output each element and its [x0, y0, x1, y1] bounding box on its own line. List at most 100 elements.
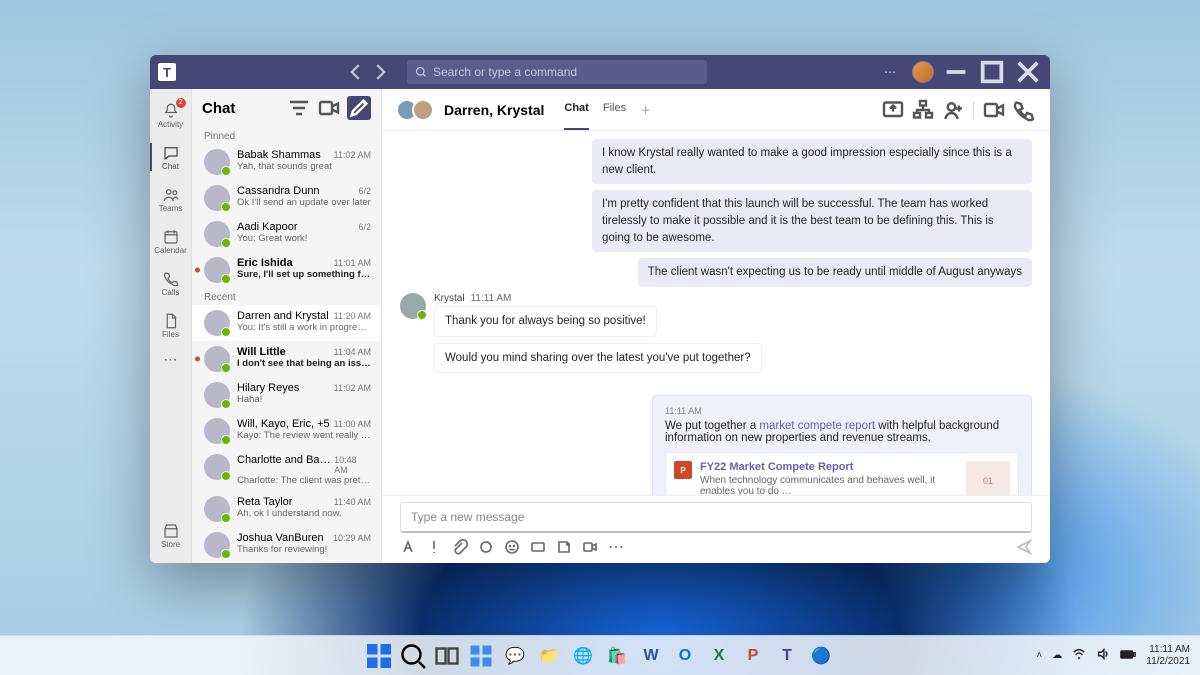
more-compose-button[interactable]: ⋯ [608, 539, 624, 555]
chat-item[interactable]: Darren and Krystal11:20 AMYou: It's stil… [192, 305, 381, 341]
message-bubble: I know Krystal really wanted to make a g… [592, 139, 1032, 184]
chat-item[interactable]: Reta Taylor11:40 AMAh, ok I understand n… [192, 491, 381, 527]
chat-item[interactable]: Joshua VanBuren10:29 AMThanks for review… [192, 527, 381, 563]
file-thumbnail: 01 [966, 461, 1010, 495]
chat-icon [162, 144, 180, 162]
unread-dot-icon [195, 268, 200, 273]
tab-files[interactable]: Files [603, 90, 626, 130]
more-button[interactable]: ⋯ [876, 58, 904, 86]
search-placeholder: Search or type a command [433, 65, 577, 79]
message-bubble: Thank you for always being so positive! [434, 306, 657, 337]
tray-onedrive-icon[interactable]: ☁ [1052, 650, 1062, 661]
rail-files[interactable]: Files [150, 305, 192, 345]
message-bubble: I'm pretty confident that this launch wi… [592, 190, 1032, 252]
priority-button[interactable] [426, 539, 442, 555]
taskbar-app-teams[interactable]: T [772, 641, 802, 671]
chat-item[interactable]: Aadi Kapoor6/2You: Great work! [192, 216, 381, 252]
conversation-title: Darren, Krystal [444, 102, 544, 118]
conversation-panel: Darren, Krystal Chat Files ＋ I know [382, 89, 1050, 563]
rail-activity[interactable]: 2 Activity [150, 95, 192, 135]
rail-store[interactable]: Store [150, 515, 192, 555]
meet-now-button[interactable] [317, 96, 341, 120]
chat-item[interactable]: Charlotte and Babak10:48 AMCharlotte: Th… [192, 449, 381, 491]
tab-add[interactable]: ＋ [640, 90, 651, 130]
message-card: 11:11 AM We put together a market compet… [652, 395, 1032, 495]
taskbar-app-chat[interactable]: 💬 [500, 641, 530, 671]
link[interactable]: market compete report [759, 420, 875, 432]
tray-volume-icon[interactable] [1096, 647, 1110, 664]
start-button[interactable] [364, 641, 394, 671]
taskbar-clock[interactable]: 11:11 AM 11/2/2021 [1146, 644, 1190, 667]
org-button[interactable] [911, 98, 935, 122]
taskbar-search[interactable] [398, 641, 428, 671]
calendar-icon [162, 228, 180, 246]
teams-window: T Search or type a command ⋯ 2 Activity [150, 55, 1050, 563]
chat-item[interactable]: Cassandra Dunn6/2Ok I'll send an update … [192, 180, 381, 216]
add-people-button[interactable] [941, 98, 965, 122]
rail-teams[interactable]: Teams [150, 179, 192, 219]
file-attachment[interactable]: P FY22 Market Compete Report When techno… [665, 452, 1019, 495]
recent-label: Recent [192, 288, 381, 305]
taskbar-app-excel[interactable]: X [704, 641, 734, 671]
message-list[interactable]: I know Krystal really wanted to make a g… [382, 131, 1050, 495]
chat-item[interactable]: Will, Kayo, Eric, +511:00 AMKayo: The re… [192, 413, 381, 449]
teams-icon [162, 186, 180, 204]
message-bubble: The client wasn't expecting us to be rea… [638, 258, 1032, 287]
tray-wifi-icon[interactable] [1072, 647, 1086, 664]
gif-button[interactable] [530, 539, 546, 555]
format-button[interactable] [400, 539, 416, 555]
pinned-label: Pinned [192, 127, 381, 144]
rail-chat[interactable]: Chat [150, 137, 192, 177]
sticker-button[interactable] [556, 539, 572, 555]
nav-back-button[interactable] [345, 61, 367, 83]
taskbar-app-viva[interactable]: 🔵 [806, 641, 836, 671]
video-call-button[interactable] [982, 98, 1006, 122]
message-bubble: Would you mind sharing over the latest y… [434, 343, 762, 374]
taskbar-app-edge[interactable]: 🌐 [568, 641, 598, 671]
tab-chat[interactable]: Chat [564, 90, 588, 130]
chat-item[interactable]: Babak Shammas11:02 AMYah, that sounds gr… [192, 144, 381, 180]
loop-button[interactable] [478, 539, 494, 555]
task-view[interactable] [432, 641, 462, 671]
new-chat-button[interactable] [347, 96, 371, 120]
file-icon [162, 312, 180, 330]
user-avatar[interactable] [912, 61, 934, 83]
taskbar-app-word[interactable]: W [636, 641, 666, 671]
rail-calendar[interactable]: Calendar [150, 221, 192, 261]
group-avatar [396, 99, 434, 121]
window-maximize-button[interactable] [978, 58, 1006, 86]
schedule-button[interactable] [582, 539, 598, 555]
chat-item[interactable]: Will Little11:04 AMI don't see that bein… [192, 341, 381, 377]
chat-item[interactable]: Eric Ishida11:01 AMSure, I'll set up som… [192, 252, 381, 288]
compose-input[interactable]: Type a new message [400, 502, 1032, 533]
search-input[interactable]: Search or type a command [407, 60, 707, 84]
audio-call-button[interactable] [1012, 98, 1036, 122]
avatar [400, 293, 426, 319]
window-minimize-button[interactable] [942, 58, 970, 86]
attach-button[interactable] [452, 539, 468, 555]
window-close-button[interactable] [1014, 58, 1042, 86]
card-text: We put together a market compete report … [665, 420, 1019, 444]
tray-battery-icon[interactable] [1120, 649, 1136, 663]
rail-more[interactable]: ⋯ [164, 351, 178, 368]
send-button[interactable] [1016, 539, 1032, 555]
chat-item[interactable]: Hilary Reyes11:02 AMHaha! [192, 377, 381, 413]
teams-app-icon: T [158, 63, 176, 81]
titlebar: T Search or type a command ⋯ [150, 55, 1050, 89]
taskbar-app-outlook[interactable]: O [670, 641, 700, 671]
nav-forward-button[interactable] [369, 61, 391, 83]
filter-button[interactable] [287, 96, 311, 120]
taskbar-app-powerpoint[interactable]: P [738, 641, 768, 671]
widgets-button[interactable] [466, 641, 496, 671]
taskbar-app-store[interactable]: 🛍️ [602, 641, 632, 671]
message-composer: Type a new message ⋯ [382, 495, 1050, 563]
windows-taskbar: 💬 📁 🌐 🛍️ W O X P T 🔵 ˄ ☁ 11:11 AM 11/2/2… [0, 635, 1200, 675]
search-icon [415, 66, 427, 78]
conversation-header: Darren, Krystal Chat Files ＋ [382, 89, 1050, 131]
share-screen-button[interactable] [881, 98, 905, 122]
emoji-button[interactable] [504, 539, 520, 555]
store-icon [162, 522, 180, 540]
tray-chevron-up-icon[interactable]: ˄ [1036, 650, 1042, 661]
taskbar-app-explorer[interactable]: 📁 [534, 641, 564, 671]
rail-calls[interactable]: Calls [150, 263, 192, 303]
